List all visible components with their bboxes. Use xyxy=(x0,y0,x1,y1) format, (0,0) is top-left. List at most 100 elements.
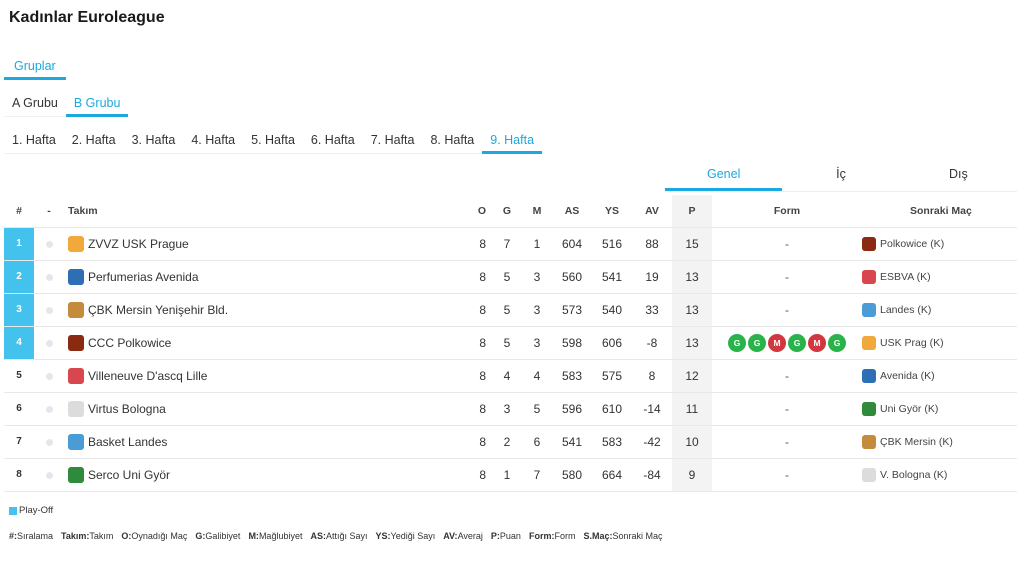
row-next-match[interactable]: CCC Polkowice (K) xyxy=(862,226,1017,260)
form-badge[interactable]: G xyxy=(828,333,846,352)
table-row[interactable]: 8UGSerco Uni Györ817580664-849-VBV. Bolo… xyxy=(4,457,1017,492)
row-m: 3 xyxy=(522,259,552,293)
row-rank: 6 xyxy=(4,391,34,425)
row-next-match[interactable]: BL Landes (K) xyxy=(862,292,1017,326)
col-form: Form xyxy=(773,204,801,217)
row-m: 6 xyxy=(522,424,552,458)
team-name[interactable]: ZVVZ USK Prague xyxy=(88,237,189,251)
tab-view-2[interactable]: İç xyxy=(782,164,899,191)
team-name[interactable]: Villeneuve D'ascq Lille xyxy=(88,369,207,383)
form-badge[interactable]: G xyxy=(788,333,806,352)
form-badge[interactable]: M xyxy=(808,333,826,352)
row-team[interactable]: USK ZVVZ USK Prague xyxy=(64,226,434,260)
form-badge[interactable]: M xyxy=(768,333,786,352)
tab-week-5[interactable]: 5. Hafta xyxy=(243,128,303,154)
team-name[interactable]: Serco Uni Györ xyxy=(88,468,170,482)
tab-week-8[interactable]: 8. Hafta xyxy=(422,128,483,154)
team-logo-icon: USK xyxy=(68,235,84,252)
row-team[interactable]: BL Basket Landes xyxy=(64,424,434,458)
tab-week-1[interactable]: 1. Hafta xyxy=(4,128,64,154)
next-match-label[interactable]: Landes (K) xyxy=(880,304,931,316)
tab-week-6[interactable]: 6. Hafta xyxy=(302,128,363,154)
team-name[interactable]: CCC Polkowice xyxy=(88,336,171,350)
next-match-label[interactable]: ESBVA (K) xyxy=(880,271,931,283)
row-next-match[interactable]: VB V. Bologna (K) xyxy=(862,457,1017,492)
row-team[interactable]: CCC CCC Polkowice xyxy=(64,325,434,359)
next-match-label[interactable]: V. Bologna (K) xyxy=(880,469,947,481)
tab-view-3[interactable]: Dış xyxy=(900,164,1017,191)
form-badge[interactable]: G xyxy=(728,333,746,352)
col-g[interactable]: G xyxy=(492,195,522,227)
table-row[interactable]: 1USKZVVZ USK Prague8716045168815-CCCPolk… xyxy=(4,226,1017,260)
col-o[interactable]: O xyxy=(434,195,492,227)
team-logo-icon: VL xyxy=(68,367,84,384)
tab-week-7[interactable]: 7. Hafta xyxy=(362,128,423,154)
next-match-label[interactable]: ÇBK Mersin (K) xyxy=(880,436,953,448)
tab-gruplar[interactable]: Gruplar xyxy=(4,54,66,80)
col-ys[interactable]: YS xyxy=(592,195,632,227)
row-next-match[interactable]: UG Uni Györ (K) xyxy=(862,391,1017,425)
table-row[interactable]: 6 VB Virtus Bologna 835596610-1411 - UG Uni Gy… xyxy=(4,391,1017,425)
row-as: 604 xyxy=(552,226,592,260)
row-team[interactable]: VL Villeneuve D'ascq Lille xyxy=(64,358,434,392)
table-row[interactable]: 7 BL Basket Landes 826541583-4210 - ÇBK ÇBK Me… xyxy=(4,424,1017,458)
form-badge[interactable]: G xyxy=(748,333,766,352)
col-as[interactable]: AS xyxy=(552,195,592,227)
col-m[interactable]: M xyxy=(522,195,552,227)
row-next-match[interactable]: ÇBK ÇBK Mersin (K) xyxy=(862,424,1017,458)
abbr-value: Sonraki Maç xyxy=(612,531,663,541)
next-team-logo-icon: CCC xyxy=(862,236,876,251)
abbr-item: Takım:Takım xyxy=(61,531,113,541)
next-match-label[interactable]: Polkowice (K) xyxy=(880,238,944,250)
form-empty: - xyxy=(785,302,789,317)
row-team[interactable]: UG Serco Uni Györ xyxy=(64,457,434,492)
col-team[interactable]: Takım xyxy=(64,195,434,227)
team-name[interactable]: Virtus Bologna xyxy=(88,402,166,416)
abbr-key: AV: xyxy=(443,531,458,541)
row-form: - xyxy=(712,424,862,458)
row-status-dot xyxy=(34,226,64,260)
next-match-label[interactable]: Avenida (K) xyxy=(880,370,935,382)
table-row[interactable]: 3ÇBKÇBK Mersin Yenişehir Bld.85357354033… xyxy=(4,292,1017,326)
row-form: - xyxy=(712,358,862,392)
next-match-label[interactable]: USK Prag (K) xyxy=(880,337,944,349)
tab-week-9[interactable]: 9. Hafta xyxy=(482,128,543,154)
table-row[interactable]: 4CCCCCC Polkowice853598606-813GGMGMGUSKU… xyxy=(4,325,1017,359)
abbr-value: Averaj xyxy=(457,531,483,541)
next-team-logo-icon: VL xyxy=(862,269,876,284)
row-team[interactable]: PA Perfumerias Avenida xyxy=(64,259,434,293)
row-next-match[interactable]: PA Avenida (K) xyxy=(862,358,1017,392)
abbr-key: G: xyxy=(195,531,206,541)
view-tab-bar: Genel İç Dış xyxy=(665,164,1017,192)
table-row[interactable]: 2 PA Perfumerias Avenida 8535605411913 - VL ES… xyxy=(4,259,1017,293)
tab-group-2[interactable]: B Grubu xyxy=(65,91,129,117)
table-row[interactable]: 5VLVilleneuve D'ascq Lille844583575812-P… xyxy=(4,358,1017,392)
next-match-label[interactable]: Uni Györ (K) xyxy=(880,403,938,415)
tab-week-2[interactable]: 2. Hafta xyxy=(63,128,124,154)
team-logo-icon: PA xyxy=(68,268,84,285)
tab-group-1[interactable]: A Grubu xyxy=(4,91,66,117)
row-g: 1 xyxy=(492,457,522,492)
col-rank[interactable]: # xyxy=(4,195,34,227)
row-next-match[interactable]: USK USK Prag (K) xyxy=(862,325,1017,359)
col-p[interactable]: P xyxy=(672,195,712,227)
abbr-item: AS:Attığı Sayı xyxy=(310,531,367,541)
col-av[interactable]: AV xyxy=(632,195,672,227)
row-team[interactable]: VB Virtus Bologna xyxy=(64,391,434,425)
tab-week-3[interactable]: 3. Hafta xyxy=(123,128,184,154)
team-name[interactable]: Basket Landes xyxy=(88,435,167,449)
row-av: -84 xyxy=(632,457,672,492)
row-p: 9 xyxy=(672,457,712,492)
row-team[interactable]: ÇBK ÇBK Mersin Yenişehir Bld. xyxy=(64,292,434,326)
row-rank: 3 xyxy=(4,292,34,326)
team-name[interactable]: ÇBK Mersin Yenişehir Bld. xyxy=(88,303,228,317)
tab-view-1[interactable]: Genel xyxy=(665,164,783,191)
col-next: Sonraki Maç xyxy=(910,204,972,217)
tab-week-4[interactable]: 4. Hafta xyxy=(183,128,244,154)
form-empty: - xyxy=(785,467,789,482)
form-empty: - xyxy=(785,401,789,416)
abbr-value: Puan xyxy=(499,531,521,541)
team-name[interactable]: Perfumerias Avenida xyxy=(88,270,199,284)
row-next-match[interactable]: VL ESBVA (K) xyxy=(862,259,1017,293)
row-ys: 575 xyxy=(592,358,632,392)
